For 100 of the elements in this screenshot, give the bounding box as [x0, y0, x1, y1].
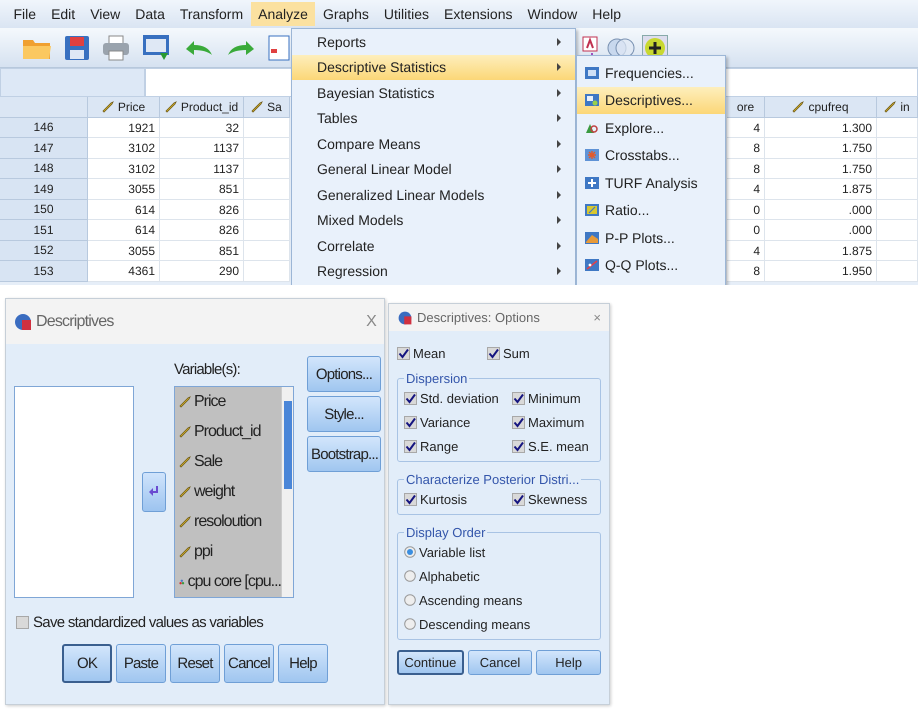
- menu-bar-item[interactable]: Analyze: [250, 2, 316, 26]
- dialog-recall-icon[interactable]: [142, 34, 172, 62]
- column-header[interactable]: Price: [88, 97, 160, 118]
- menu-item[interactable]: Descriptive Statistics: [292, 54, 575, 80]
- table-cell: 1137: [160, 138, 244, 158]
- source-variable-list[interactable]: [14, 386, 134, 598]
- table-cell: 4: [727, 118, 765, 138]
- menu-bar-item[interactable]: Edit: [44, 2, 83, 26]
- print-icon[interactable]: [102, 34, 130, 60]
- dialog-button[interactable]: Bootstrap...: [307, 436, 381, 472]
- dialog-button[interactable]: Cancel: [468, 650, 532, 675]
- table-cell: 1.750: [765, 158, 877, 179]
- checkbox[interactable]: [404, 440, 417, 452]
- checkbox[interactable]: [512, 392, 525, 404]
- table-cell: [244, 179, 290, 200]
- menu-bar-item[interactable]: Window: [520, 2, 585, 26]
- menu-item[interactable]: Mixed Models: [292, 208, 575, 233]
- group-title: Display Order: [405, 525, 486, 540]
- menu-item[interactable]: Reports: [292, 29, 575, 54]
- dialog-button[interactable]: Help: [278, 644, 328, 683]
- menu-bar-item[interactable]: Graphs: [315, 2, 376, 26]
- column-header[interactable]: in: [877, 97, 918, 118]
- menu-item[interactable]: Regression: [292, 258, 575, 284]
- dialog-button[interactable]: Cancel: [224, 644, 274, 683]
- row-number[interactable]: 153: [0, 261, 88, 282]
- table-cell: [244, 158, 290, 179]
- checkbox[interactable]: [404, 492, 417, 506]
- redo-icon[interactable]: [226, 38, 256, 56]
- ruler-icon: [102, 100, 114, 113]
- row-number[interactable]: 152: [0, 240, 88, 261]
- menu-bar-item[interactable]: Help: [584, 2, 629, 26]
- list-item[interactable]: weight: [175, 477, 281, 507]
- menu-bar-item[interactable]: View: [82, 2, 128, 26]
- menu-item[interactable]: P-P Plots...: [577, 224, 725, 252]
- dialog-button[interactable]: Help: [536, 650, 602, 675]
- menu-item[interactable]: Bayesian Statistics: [292, 80, 575, 106]
- row-number[interactable]: 151: [0, 220, 88, 240]
- menu-bar-item[interactable]: Extensions: [436, 2, 520, 26]
- column-header[interactable]: cpufreq: [765, 97, 877, 118]
- save-icon[interactable]: [64, 34, 90, 60]
- column-header[interactable]: Product_id: [160, 97, 244, 118]
- row-number[interactable]: 149: [0, 179, 88, 200]
- menu-item[interactable]: Explore...: [577, 114, 725, 142]
- radio-button[interactable]: [404, 546, 416, 558]
- spreadsheet-icon[interactable]: [268, 34, 290, 60]
- row-number[interactable]: 146: [0, 118, 88, 138]
- checkbox[interactable]: [487, 346, 500, 360]
- checkbox[interactable]: [512, 492, 525, 506]
- column-header[interactable]: Sa: [244, 97, 290, 118]
- row-number[interactable]: 148: [0, 158, 88, 179]
- radio-button[interactable]: [404, 570, 416, 582]
- column-header[interactable]: ore: [727, 97, 765, 118]
- menu-bar-item[interactable]: Data: [128, 2, 172, 26]
- dialog-button[interactable]: Options...: [307, 356, 381, 392]
- submenu-arrow-icon: [557, 216, 561, 224]
- list-item[interactable]: resoloution: [175, 507, 281, 537]
- table-cell: [877, 240, 918, 261]
- menu-bar-item[interactable]: Transform: [172, 2, 251, 26]
- radio-button[interactable]: [404, 618, 416, 630]
- menu-bar-item[interactable]: File: [6, 2, 44, 26]
- submenu-arrow-icon: [557, 267, 561, 276]
- checkbox[interactable]: [512, 416, 525, 428]
- app-icon: [397, 310, 413, 326]
- menu-bar-item[interactable]: Utilities: [376, 2, 436, 26]
- move-button[interactable]: [142, 472, 166, 512]
- row-number[interactable]: 147: [0, 138, 88, 158]
- list-item[interactable]: ppi: [175, 537, 281, 567]
- list-item[interactable]: Price: [175, 387, 281, 417]
- checkbox[interactable]: [397, 346, 410, 360]
- menu-item[interactable]: TURF Analysis: [577, 169, 725, 196]
- checkbox[interactable]: [404, 392, 417, 404]
- radio-button[interactable]: [404, 594, 416, 606]
- row-number[interactable]: 150: [0, 200, 88, 220]
- menu-item[interactable]: Tables: [292, 106, 575, 131]
- dialog-button[interactable]: Style...: [307, 396, 381, 432]
- submenu-arrow-icon: [557, 38, 561, 46]
- window-title: Descriptives: Options: [417, 310, 540, 325]
- checkbox[interactable]: [512, 440, 525, 452]
- menu-item[interactable]: Correlate: [292, 233, 575, 258]
- undo-icon[interactable]: [184, 38, 214, 56]
- scrollbar[interactable]: [281, 387, 293, 597]
- menu-item[interactable]: Ratio...: [577, 196, 725, 224]
- menu-item[interactable]: Descriptives...: [577, 86, 725, 114]
- menu-item[interactable]: Q-Q Plots...: [577, 252, 725, 279]
- menu-item[interactable]: General Linear Model: [292, 156, 575, 182]
- list-item[interactable]: cpu core [cpu...: [175, 567, 281, 597]
- list-item[interactable]: Sale: [175, 447, 281, 477]
- list-item[interactable]: Product_id: [175, 417, 281, 447]
- checkbox[interactable]: [16, 616, 29, 629]
- menu-item[interactable]: Generalized Linear Models: [292, 182, 575, 208]
- checkbox[interactable]: [404, 416, 417, 428]
- menu-item[interactable]: Compare Means: [292, 131, 575, 156]
- menu-item[interactable]: Frequencies...: [577, 59, 725, 86]
- radio-label: Ascending means: [419, 592, 522, 608]
- variable-list[interactable]: Price Product_id Sale weight resoloution ppi cpu core [cpu...: [174, 386, 294, 598]
- dialog-button[interactable]: Continue: [397, 650, 464, 675]
- menu-item[interactable]: Crosstabs...: [577, 142, 725, 169]
- dialog-button[interactable]: OK: [62, 644, 112, 683]
- dialog-button[interactable]: Paste: [116, 644, 166, 683]
- dialog-button[interactable]: Reset: [170, 644, 220, 683]
